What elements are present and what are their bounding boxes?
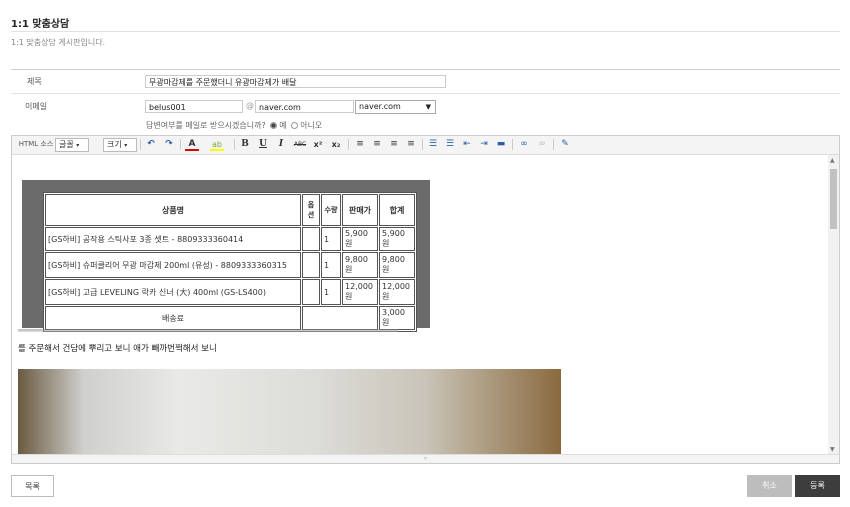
align-right-icon[interactable]: ≡ [388,138,400,151]
table-row: [GS하비] 고급 LEVELING 락카 신너 (大) 400ml (GS-L… [45,279,415,305]
reply-yes-label: 예 [279,121,287,130]
product-qty: 1 [321,227,341,251]
product-price: 9,800원 [342,252,378,278]
scroll-up-icon[interactable]: ▲ [830,157,835,164]
strikethrough-icon[interactable]: ABC [292,138,308,151]
product-price: 12,000원 [342,279,378,305]
align-justify-icon[interactable]: ≡ [405,138,417,151]
scroll-down-icon[interactable]: ▼ [830,446,835,453]
reply-no-radio[interactable] [291,122,299,129]
at-sign: @ [246,101,254,110]
shipping-value: 3,000원 [379,306,415,330]
page-description: 1:1 맞춤상담 게시판입니다. [11,38,106,47]
editor-scrollbar[interactable]: ▲ ▼ [828,155,839,455]
shipping-row: 배송료 3,000원 [45,306,415,330]
highlight-icon[interactable]: ab [210,138,224,151]
editor-resize-handle[interactable]: ▿ [12,454,839,463]
reply-question: 답변여부를 메일로 받으시겠습니까? [146,121,266,130]
shipping-spacer [302,306,378,330]
order-table: 상품명 옵션 수량 판매가 합계 [GS하비] 공작용 스틱사포 3종 셋트 -… [43,192,417,332]
product-qty: 1 [321,279,341,305]
product-price: 5,900원 [342,227,378,251]
email-id-input[interactable]: belus001 [145,100,243,113]
chevron-down-icon: ▾ [124,142,128,149]
font-family-select[interactable]: 글꼴 ▾ [55,138,89,152]
list-button[interactable]: 목록 [11,475,54,497]
title-divider [11,31,840,32]
font-select-label: 글꼴 [59,140,74,149]
undo-icon[interactable]: ↶ [145,138,157,151]
order-table-header: 상품명 옵션 수량 판매가 합계 [45,194,415,226]
subject-label: 제목 [27,77,42,86]
header-total: 합계 [379,194,415,226]
email-domain-select-value: naver.com [359,102,401,111]
rich-text-editor: HTML 소스 글꼴 ▾ 크기 ▾ ↶ ↷ A ab B U I ABC x² … [11,135,840,464]
table-row: [GS하비] 슈퍼클리어 무광 마감제 200ml (유성) - 8809333… [45,252,415,278]
header-product: 상품명 [45,194,301,226]
shipping-label: 배송료 [45,306,301,330]
product-name: [GS하비] 슈퍼클리어 무광 마감제 200ml (유성) - 8809333… [45,252,301,278]
toolbar-separator [422,139,423,150]
toolbar-separator [348,139,349,150]
chevron-down-icon: ▾ [76,142,80,149]
table-row: [GS하비] 공작용 스틱사포 3종 셋트 - 8809333360414 1 … [45,227,415,251]
product-total: 12,000원 [379,279,415,305]
email-domain-input[interactable]: naver.com [255,100,354,113]
chevron-down-icon: ▼ [425,103,431,111]
header-option: 옵션 [302,194,320,226]
toolbar-separator [180,139,181,150]
italic-icon[interactable]: I [275,138,287,151]
superscript-icon[interactable]: x² [311,138,325,151]
size-select-label: 크기 [107,140,122,149]
editor-content[interactable]: 상품명 옵션 수량 판매가 합계 [GS하비] 공작용 스틱사포 3종 셋트 -… [12,155,826,455]
subscript-icon[interactable]: x₂ [329,138,343,151]
page-title: 1:1 맞춤상담 [11,19,70,30]
cancel-button[interactable]: 취소 [747,475,792,497]
link-icon[interactable]: ∞ [517,138,531,151]
email-domain-select[interactable]: naver.com ▼ [355,100,436,114]
form-top-border [11,69,840,70]
attached-photo [18,369,561,455]
toolbar-separator [234,139,235,150]
unlink-icon[interactable]: ∞ [535,138,549,151]
editor-toolbar: HTML 소스 글꼴 ▾ 크기 ▾ ↶ ↷ A ab B U I ABC x² … [12,136,839,155]
reply-no-label: 아니오 [300,121,323,130]
product-total: 9,800원 [379,252,415,278]
product-option [302,279,320,305]
product-name: [GS하비] 고급 LEVELING 락카 신너 (大) 400ml (GS-L… [45,279,301,305]
product-name: [GS하비] 공작용 스틱사포 3종 셋트 - 8809333360414 [45,227,301,251]
reply-yes-radio[interactable] [270,122,278,129]
bold-icon[interactable]: B [239,138,251,151]
indent-icon[interactable]: ⇥ [478,138,490,151]
submit-button[interactable]: 등록 [795,475,840,497]
row-divider [11,93,840,94]
align-center-icon[interactable]: ≡ [371,138,383,151]
edit-icon[interactable]: ✎ [558,138,572,151]
redo-icon[interactable]: ↷ [163,138,175,151]
product-option [302,227,320,251]
font-color-icon[interactable]: A [185,138,199,151]
reply-option: 답변여부를 메일로 받으시겠습니까? 예 아니오 [146,120,322,131]
html-source-button[interactable]: HTML 소스 [16,138,56,151]
underline-icon[interactable]: U [257,138,269,151]
scrollbar-thumb[interactable] [830,169,837,229]
header-qty: 수량 [321,194,341,226]
outdent-icon[interactable]: ⇤ [461,138,473,151]
align-left-icon[interactable]: ≡ [354,138,366,151]
product-total: 5,900원 [379,227,415,251]
body-text: 를 주문해서 건담에 뿌리고 보니 애가 빼까번쩍해서 보니 [18,344,217,354]
product-option [302,252,320,278]
subject-input[interactable]: 무광마감제를 주문했더니 유광마감제가 배달 [145,75,446,88]
email-label: 이메일 [25,102,48,111]
ordered-list-icon[interactable]: ☰ [427,138,439,151]
toolbar-separator [553,139,554,150]
horizontal-rule-icon[interactable]: ▬ [495,138,507,151]
toolbar-separator [140,139,141,150]
font-size-select[interactable]: 크기 ▾ [103,138,137,152]
product-qty: 1 [321,252,341,278]
header-price: 판매가 [342,194,378,226]
unordered-list-icon[interactable]: ☰ [444,138,456,151]
clipped-text-line [18,329,398,332]
toolbar-separator [512,139,513,150]
